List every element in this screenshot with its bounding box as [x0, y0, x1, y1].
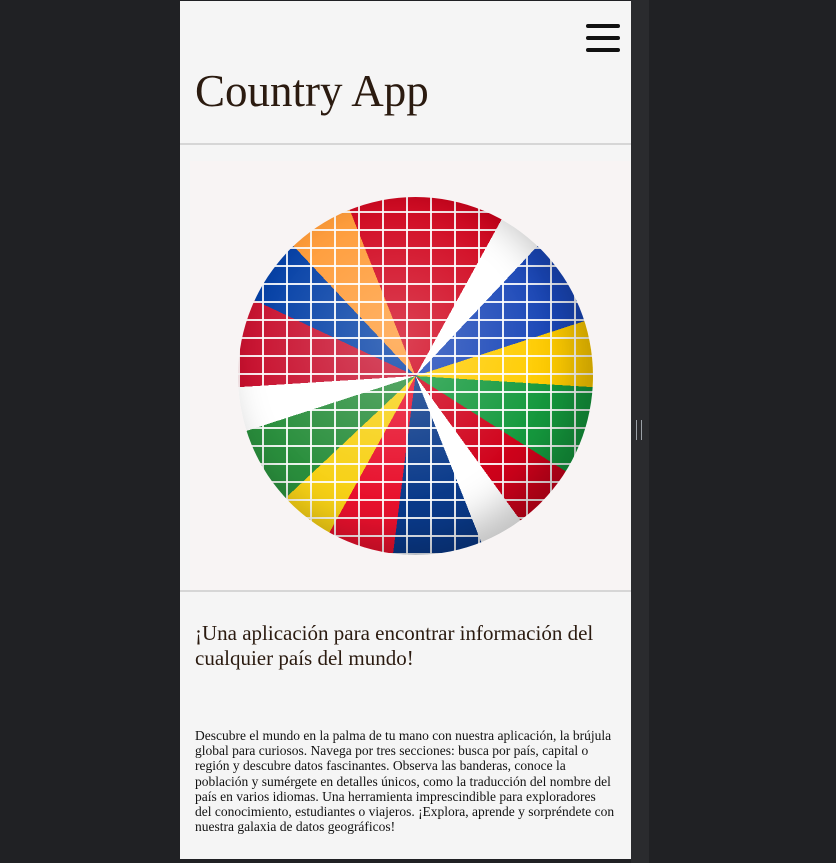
hamburger-menu-icon[interactable] [586, 21, 620, 55]
header-divider [180, 143, 631, 145]
hero-divider [180, 590, 631, 592]
app-title: Country App [195, 66, 429, 116]
tagline: ¡Una aplicación para encontrar informaci… [195, 621, 594, 670]
flag-globe-image [238, 197, 593, 555]
resize-handle[interactable] [636, 420, 642, 440]
menu-bar-top [586, 24, 620, 28]
menu-bar-bottom [586, 48, 620, 52]
app-description: Descubre el mundo en la palma de tu mano… [195, 728, 615, 835]
menu-bar-middle [586, 36, 620, 40]
app-viewport: Country App ¡Una aplicación para encontr… [180, 1, 631, 859]
hero-section [190, 161, 630, 591]
